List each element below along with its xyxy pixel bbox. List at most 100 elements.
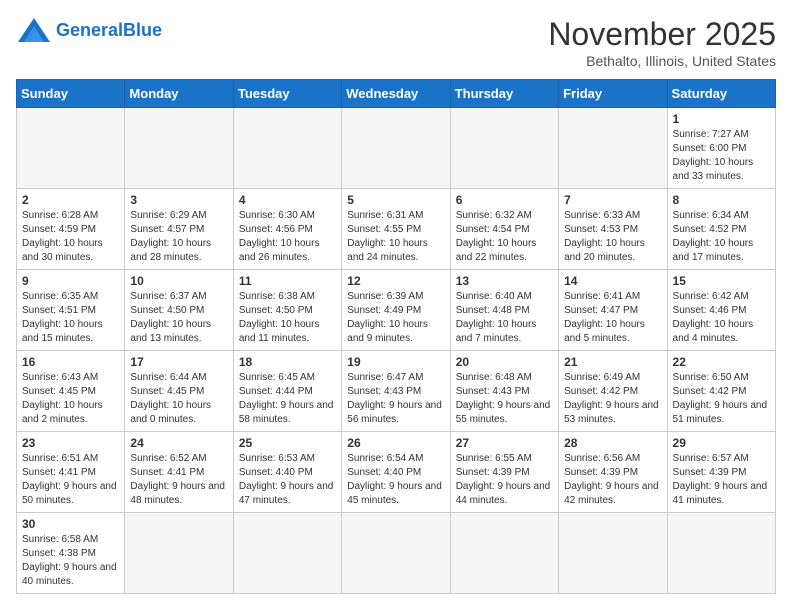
calendar-cell: 18 Sunrise: 6:45 AM Sunset: 4:44 PM Dayli…	[233, 351, 341, 432]
calendar-cell: 22 Sunrise: 6:50 AM Sunset: 4:42 PM Dayli…	[667, 351, 775, 432]
day-info: Sunrise: 6:40 AM Sunset: 4:48 PM Dayligh…	[456, 290, 553, 346]
calendar-cell: 15 Sunrise: 6:42 AM Sunset: 4:46 PM Dayli…	[667, 270, 775, 351]
logo-text: GeneralBlue	[56, 21, 162, 39]
calendar-cell	[233, 513, 341, 594]
day-info: Sunrise: 6:35 AM Sunset: 4:51 PM Dayligh…	[22, 290, 119, 346]
column-header-wednesday: Wednesday	[342, 80, 450, 108]
day-number: 12	[347, 274, 444, 288]
calendar-cell: 11 Sunrise: 6:38 AM Sunset: 4:50 PM Dayli…	[233, 270, 341, 351]
day-number: 30	[22, 517, 119, 531]
day-number: 25	[239, 436, 336, 450]
calendar-cell: 4 Sunrise: 6:30 AM Sunset: 4:56 PM Daylig…	[233, 189, 341, 270]
day-info: Sunrise: 6:51 AM Sunset: 4:41 PM Dayligh…	[22, 452, 119, 508]
calendar-cell: 27Sunrise: 6:55 AM Sunset: 4:39 PM Dayli…	[450, 432, 558, 513]
calendar-cell: 16 Sunrise: 6:43 AM Sunset: 4:45 PM Dayli…	[17, 351, 125, 432]
day-number: 29	[673, 436, 770, 450]
day-info: Sunrise: 6:28 AM Sunset: 4:59 PM Dayligh…	[22, 209, 119, 265]
logo-blue: Blue	[123, 20, 162, 40]
calendar-cell: 3 Sunrise: 6:29 AM Sunset: 4:57 PM Daylig…	[125, 189, 233, 270]
calendar: SundayMondayTuesdayWednesdayThursdayFrid…	[16, 79, 776, 594]
calendar-cell	[450, 513, 558, 594]
day-info: Sunrise: 6:49 AM Sunset: 4:42 PM Dayligh…	[564, 371, 661, 427]
day-number: 28	[564, 436, 661, 450]
calendar-cell	[342, 513, 450, 594]
day-number: 1	[673, 112, 770, 126]
calendar-cell: 14 Sunrise: 6:41 AM Sunset: 4:47 PM Dayli…	[559, 270, 667, 351]
day-number: 16	[22, 355, 119, 369]
calendar-cell: 8Sunrise: 6:34 AM Sunset: 4:52 PM Daylig…	[667, 189, 775, 270]
calendar-cell: 21 Sunrise: 6:49 AM Sunset: 4:42 PM Dayli…	[559, 351, 667, 432]
day-number: 11	[239, 274, 336, 288]
day-info: Sunrise: 6:37 AM Sunset: 4:50 PM Dayligh…	[130, 290, 227, 346]
day-info: Sunrise: 6:53 AM Sunset: 4:40 PM Dayligh…	[239, 452, 336, 508]
day-info: Sunrise: 6:31 AM Sunset: 4:55 PM Dayligh…	[347, 209, 444, 265]
calendar-week-4: 16 Sunrise: 6:43 AM Sunset: 4:45 PM Dayli…	[17, 351, 776, 432]
day-number: 5	[347, 193, 444, 207]
day-info: Sunrise: 6:38 AM Sunset: 4:50 PM Dayligh…	[239, 290, 336, 346]
calendar-cell: 24Sunrise: 6:52 AM Sunset: 4:41 PM Dayli…	[125, 432, 233, 513]
day-info: Sunrise: 6:42 AM Sunset: 4:46 PM Dayligh…	[673, 290, 770, 346]
calendar-cell	[559, 108, 667, 189]
day-info: Sunrise: 6:41 AM Sunset: 4:47 PM Dayligh…	[564, 290, 661, 346]
calendar-cell: 6 Sunrise: 6:32 AM Sunset: 4:54 PM Daylig…	[450, 189, 558, 270]
calendar-cell: 5 Sunrise: 6:31 AM Sunset: 4:55 PM Daylig…	[342, 189, 450, 270]
logo-icon	[16, 16, 52, 44]
calendar-cell: 17Sunrise: 6:44 AM Sunset: 4:45 PM Dayli…	[125, 351, 233, 432]
day-number: 4	[239, 193, 336, 207]
day-number: 26	[347, 436, 444, 450]
calendar-cell: 7Sunrise: 6:33 AM Sunset: 4:53 PM Daylig…	[559, 189, 667, 270]
calendar-cell: 9Sunrise: 6:35 AM Sunset: 4:51 PM Daylig…	[17, 270, 125, 351]
calendar-cell: 1 Sunrise: 7:27 AM Sunset: 6:00 PM Daylig…	[667, 108, 775, 189]
day-info: Sunrise: 6:54 AM Sunset: 4:40 PM Dayligh…	[347, 452, 444, 508]
day-number: 18	[239, 355, 336, 369]
logo: GeneralBlue	[16, 16, 162, 44]
calendar-cell	[342, 108, 450, 189]
column-header-saturday: Saturday	[667, 80, 775, 108]
day-number: 19	[347, 355, 444, 369]
day-number: 13	[456, 274, 553, 288]
day-info: Sunrise: 6:57 AM Sunset: 4:39 PM Dayligh…	[673, 452, 770, 508]
day-number: 14	[564, 274, 661, 288]
day-info: Sunrise: 6:43 AM Sunset: 4:45 PM Dayligh…	[22, 371, 119, 427]
calendar-cell	[125, 108, 233, 189]
page-header: GeneralBlue November 2025 Bethalto, Illi…	[16, 16, 776, 69]
day-number: 6	[456, 193, 553, 207]
calendar-cell	[17, 108, 125, 189]
day-info: Sunrise: 6:45 AM Sunset: 4:44 PM Dayligh…	[239, 371, 336, 427]
day-info: Sunrise: 6:29 AM Sunset: 4:57 PM Dayligh…	[130, 209, 227, 265]
column-header-tuesday: Tuesday	[233, 80, 341, 108]
day-number: 21	[564, 355, 661, 369]
calendar-cell	[233, 108, 341, 189]
day-number: 27	[456, 436, 553, 450]
column-header-monday: Monday	[125, 80, 233, 108]
column-header-thursday: Thursday	[450, 80, 558, 108]
calendar-cell: 13 Sunrise: 6:40 AM Sunset: 4:48 PM Dayli…	[450, 270, 558, 351]
day-info: Sunrise: 6:58 AM Sunset: 4:38 PM Dayligh…	[22, 533, 119, 589]
calendar-header-row: SundayMondayTuesdayWednesdayThursdayFrid…	[17, 80, 776, 108]
column-header-friday: Friday	[559, 80, 667, 108]
calendar-cell: 19Sunrise: 6:47 AM Sunset: 4:43 PM Dayli…	[342, 351, 450, 432]
day-info: Sunrise: 7:27 AM Sunset: 6:00 PM Dayligh…	[673, 128, 770, 184]
day-number: 3	[130, 193, 227, 207]
calendar-cell: 29 Sunrise: 6:57 AM Sunset: 4:39 PM Dayli…	[667, 432, 775, 513]
calendar-cell: 28Sunrise: 6:56 AM Sunset: 4:39 PM Dayli…	[559, 432, 667, 513]
day-number: 15	[673, 274, 770, 288]
day-info: Sunrise: 6:30 AM Sunset: 4:56 PM Dayligh…	[239, 209, 336, 265]
calendar-cell: 12 Sunrise: 6:39 AM Sunset: 4:49 PM Dayli…	[342, 270, 450, 351]
day-info: Sunrise: 6:34 AM Sunset: 4:52 PM Dayligh…	[673, 209, 770, 265]
calendar-week-1: 1 Sunrise: 7:27 AM Sunset: 6:00 PM Daylig…	[17, 108, 776, 189]
day-info: Sunrise: 6:50 AM Sunset: 4:42 PM Dayligh…	[673, 371, 770, 427]
day-number: 22	[673, 355, 770, 369]
day-number: 17	[130, 355, 227, 369]
day-info: Sunrise: 6:32 AM Sunset: 4:54 PM Dayligh…	[456, 209, 553, 265]
calendar-cell	[450, 108, 558, 189]
calendar-week-5: 23Sunrise: 6:51 AM Sunset: 4:41 PM Dayli…	[17, 432, 776, 513]
day-number: 24	[130, 436, 227, 450]
day-info: Sunrise: 6:39 AM Sunset: 4:49 PM Dayligh…	[347, 290, 444, 346]
calendar-cell: 10Sunrise: 6:37 AM Sunset: 4:50 PM Dayli…	[125, 270, 233, 351]
calendar-cell	[125, 513, 233, 594]
calendar-cell: 23Sunrise: 6:51 AM Sunset: 4:41 PM Dayli…	[17, 432, 125, 513]
column-header-sunday: Sunday	[17, 80, 125, 108]
calendar-cell: 26 Sunrise: 6:54 AM Sunset: 4:40 PM Dayli…	[342, 432, 450, 513]
location: Bethalto, Illinois, United States	[548, 53, 776, 69]
